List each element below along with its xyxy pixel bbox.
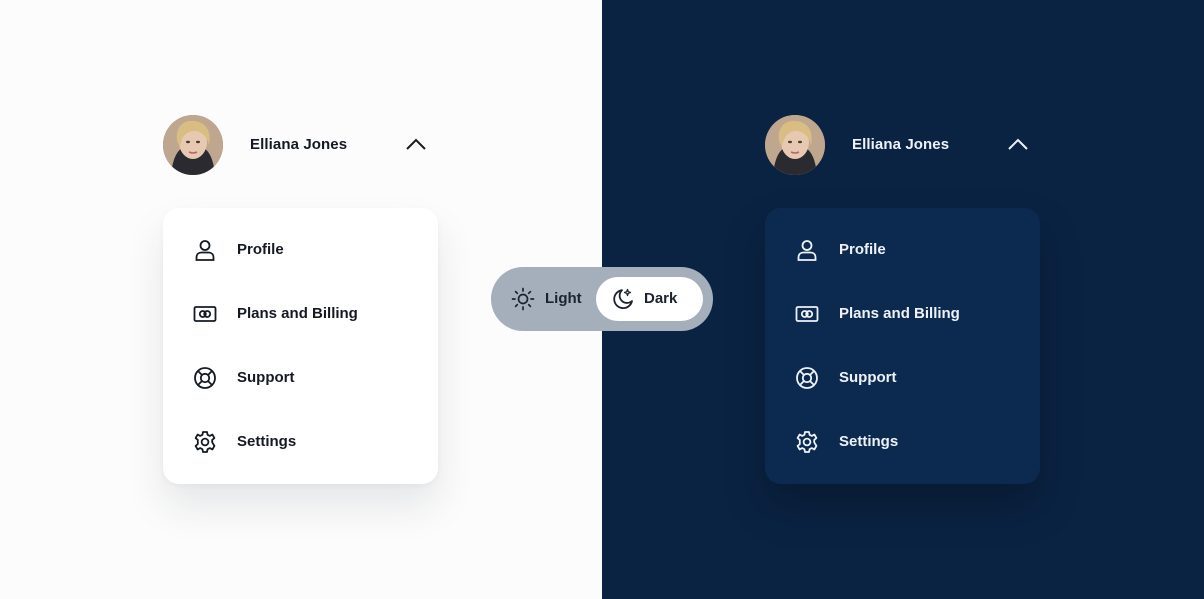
- menu-item-profile[interactable]: Profile: [765, 228, 1040, 272]
- theme-option-dark[interactable]: Dark: [596, 277, 703, 321]
- user-name: Elliana Jones: [250, 136, 348, 153]
- user-avatar[interactable]: [765, 115, 825, 175]
- menu-item-label: Settings: [237, 433, 297, 450]
- menu-item-plans-and-billing[interactable]: Plans and Billing: [765, 292, 1040, 336]
- user-avatar[interactable]: [163, 115, 223, 175]
- user-name: Elliana Jones: [852, 136, 950, 153]
- billing-card-icon: [795, 302, 819, 326]
- menu-item-settings[interactable]: Settings: [765, 420, 1040, 464]
- chevron-up-icon[interactable]: [1007, 137, 1029, 151]
- sun-icon: [511, 287, 535, 311]
- lifebuoy-icon: [795, 366, 819, 390]
- menu-item-settings[interactable]: Settings: [163, 420, 438, 464]
- billing-card-icon: [193, 302, 217, 326]
- theme-option-light[interactable]: Light: [501, 277, 601, 321]
- menu-item-label: Plans and Billing: [237, 305, 358, 322]
- lifebuoy-icon: [193, 366, 217, 390]
- menu-item-support[interactable]: Support: [163, 356, 438, 400]
- theme-option-label: Dark: [644, 290, 678, 307]
- gear-icon: [193, 430, 217, 454]
- menu-item-label: Plans and Billing: [839, 305, 960, 322]
- theme-toggle: Light Dark: [491, 267, 713, 331]
- chevron-up-icon[interactable]: [405, 137, 427, 151]
- menu-item-label: Support: [237, 369, 295, 386]
- menu-item-label: Profile: [237, 241, 284, 258]
- menu-item-label: Profile: [839, 241, 886, 258]
- account-dropdown-menu: Profile Plans and Billing Support Settin…: [765, 208, 1040, 484]
- menu-item-support[interactable]: Support: [765, 356, 1040, 400]
- account-dropdown-menu: Profile Plans and Billing Support Settin…: [163, 208, 438, 484]
- menu-item-label: Settings: [839, 433, 899, 450]
- gear-icon: [795, 430, 819, 454]
- user-icon: [795, 238, 819, 262]
- moon-stars-icon: [611, 287, 635, 311]
- menu-item-plans-and-billing[interactable]: Plans and Billing: [163, 292, 438, 336]
- theme-showcase: Elliana Jones Profile Plans and Billing …: [0, 0, 1204, 599]
- theme-option-label: Light: [545, 290, 582, 307]
- user-account-header[interactable]: Elliana Jones: [163, 115, 438, 175]
- menu-item-label: Support: [839, 369, 897, 386]
- user-account-header[interactable]: Elliana Jones: [765, 115, 1040, 175]
- menu-item-profile[interactable]: Profile: [163, 228, 438, 272]
- user-icon: [193, 238, 217, 262]
